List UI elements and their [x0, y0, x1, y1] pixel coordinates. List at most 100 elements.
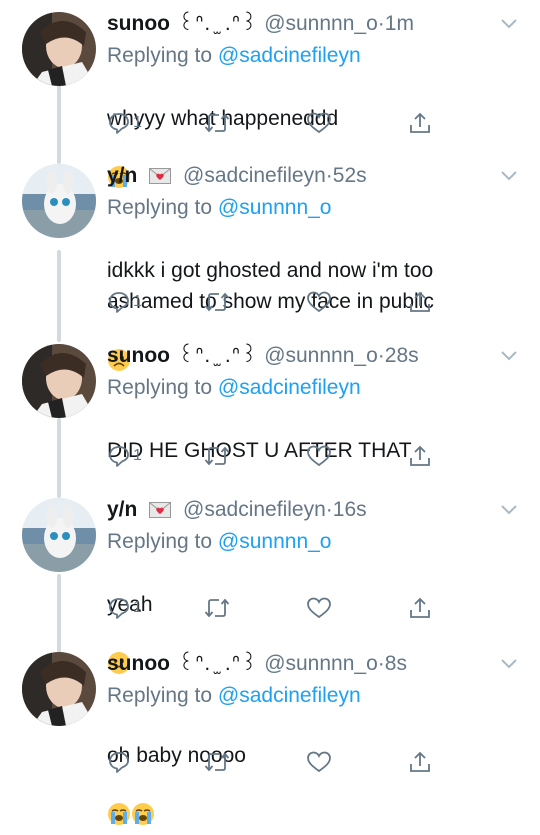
avatar-sunoo[interactable]: [22, 344, 96, 418]
author-name[interactable]: sunoo: [107, 652, 170, 675]
like-button[interactable]: [306, 444, 332, 468]
reply-button[interactable]: 1: [107, 111, 142, 135]
author-name[interactable]: y/n: [107, 164, 137, 187]
name-decoration: ꒰ᐢ. ̫ .ᐢ꒱: [177, 652, 259, 675]
chevron-down-icon[interactable]: [500, 658, 518, 670]
time-separator: ·: [325, 498, 333, 521]
retweet-button[interactable]: [204, 596, 230, 620]
reply-count: 1: [133, 293, 142, 310]
tweet-header: sunoo ꒰ᐢ. ̫ .ᐢ꒱ @sunnnn_o·28s: [107, 342, 500, 370]
tweet-header: y/n @sadcinefileyn·52s: [107, 162, 500, 190]
avatar-sunoo[interactable]: [22, 652, 96, 726]
share-button[interactable]: [408, 596, 432, 620]
reply-icon: [109, 113, 129, 134]
timestamp[interactable]: 28s: [385, 344, 419, 367]
tweet[interactable]: sunoo ꒰ᐢ. ̫ .ᐢ꒱ @sunnnn_o·28s Replying t…: [0, 344, 540, 474]
replying-to-handle[interactable]: @sadcinefileyn: [218, 684, 361, 707]
heart-icon: [307, 291, 331, 313]
retweet-icon: [204, 598, 230, 618]
love-letter-icon: [149, 502, 172, 518]
heart-icon: [307, 112, 331, 134]
share-button[interactable]: [408, 111, 432, 135]
reply-count: 1: [133, 114, 142, 131]
timestamp[interactable]: 16s: [333, 498, 367, 521]
retweet-icon: [204, 446, 230, 466]
tweet[interactable]: sunoo ꒰ᐢ. ̫ .ᐢ꒱ @sunnnn_o·8s Replying to…: [0, 652, 540, 825]
reply-button[interactable]: 1: [107, 596, 142, 620]
heart-icon: [307, 751, 331, 773]
like-button[interactable]: [306, 111, 332, 135]
tweet-actions: 1: [107, 596, 437, 620]
avatar-yn[interactable]: [22, 498, 96, 572]
reply-count: 1: [133, 599, 142, 616]
reply-icon: [109, 446, 129, 467]
replying-prefix: Replying to: [107, 44, 213, 67]
share-icon: [410, 597, 430, 618]
time-separator: ·: [377, 12, 385, 35]
share-button[interactable]: [408, 290, 432, 314]
replying-to: Replying to @sadcinefileyn: [107, 374, 361, 402]
author-name[interactable]: sunoo: [107, 344, 170, 367]
author-name[interactable]: y/n: [107, 498, 137, 521]
love-letter-icon: [149, 168, 172, 184]
replying-prefix: Replying to: [107, 684, 213, 707]
author-handle[interactable]: @sadcinefileyn: [183, 164, 326, 187]
replying-to-handle[interactable]: @sadcinefileyn: [218, 376, 361, 399]
share-button[interactable]: [408, 750, 432, 774]
timestamp[interactable]: 8s: [385, 652, 407, 675]
time-separator: ·: [377, 344, 385, 367]
tweet[interactable]: y/n @sadcinefileyn·16s Replying to @sunn…: [0, 496, 540, 674]
tweet-actions: 1: [107, 444, 437, 468]
replying-to-handle[interactable]: @sadcinefileyn: [218, 44, 361, 67]
retweet-button[interactable]: [204, 444, 230, 468]
like-button[interactable]: [306, 290, 332, 314]
avatar-yn[interactable]: [22, 164, 96, 238]
reply-button[interactable]: [107, 750, 133, 774]
heart-icon: [307, 445, 331, 467]
timestamp[interactable]: 1m: [385, 12, 414, 35]
reply-icon: [109, 292, 129, 313]
author-handle[interactable]: @sunnnn_o: [264, 652, 378, 675]
reply-icon: [109, 598, 129, 619]
author-handle[interactable]: @sunnnn_o: [264, 12, 378, 35]
name-decoration: ꒰ᐢ. ̫ .ᐢ꒱: [177, 344, 259, 367]
share-button[interactable]: [408, 444, 432, 468]
share-icon: [410, 445, 430, 466]
chevron-down-icon[interactable]: [500, 18, 518, 30]
author-handle[interactable]: @sunnnn_o: [264, 344, 378, 367]
share-icon: [410, 291, 430, 312]
replying-to-handle[interactable]: @sunnnn_o: [218, 530, 332, 553]
tweet-actions: [107, 750, 437, 774]
reply-button[interactable]: 1: [107, 444, 142, 468]
author-handle[interactable]: @sadcinefileyn: [183, 498, 326, 521]
chevron-down-icon[interactable]: [500, 170, 518, 182]
loudly-crying-face-icon: [107, 771, 131, 835]
tweet-header: y/n @sadcinefileyn·16s: [107, 496, 500, 524]
reply-icon: [109, 752, 129, 773]
replying-to: Replying to @sunnnn_o: [107, 528, 331, 556]
retweet-button[interactable]: [204, 750, 230, 774]
timestamp[interactable]: 52s: [333, 164, 367, 187]
retweet-icon: [204, 752, 230, 772]
replying-prefix: Replying to: [107, 376, 213, 399]
tweet[interactable]: y/n @sadcinefileyn·52s Replying to @sunn…: [0, 162, 540, 371]
share-icon: [410, 112, 430, 133]
retweet-button[interactable]: [204, 290, 230, 314]
reply-button[interactable]: 1: [107, 290, 142, 314]
replying-to-handle[interactable]: @sunnnn_o: [218, 196, 332, 219]
like-button[interactable]: [306, 750, 332, 774]
chevron-down-icon[interactable]: [500, 504, 518, 516]
name-decoration: ꒰ᐢ. ̫ .ᐢ꒱: [177, 12, 259, 35]
like-button[interactable]: [306, 596, 332, 620]
tweet-actions: 1: [107, 111, 437, 135]
retweet-icon: [204, 113, 230, 133]
author-name[interactable]: sunoo: [107, 12, 170, 35]
chevron-down-icon[interactable]: [500, 350, 518, 362]
avatar-sunoo[interactable]: [22, 12, 96, 86]
time-separator: ·: [377, 652, 385, 675]
tweet-actions: 1: [107, 290, 437, 314]
loudly-crying-face-icon: [131, 771, 155, 835]
heart-icon: [307, 597, 331, 619]
retweet-button[interactable]: [204, 111, 230, 135]
tweet[interactable]: sunoo ꒰ᐢ. ̫ .ᐢ꒱ @sunnnn_o·1m Replying to…: [0, 12, 540, 188]
